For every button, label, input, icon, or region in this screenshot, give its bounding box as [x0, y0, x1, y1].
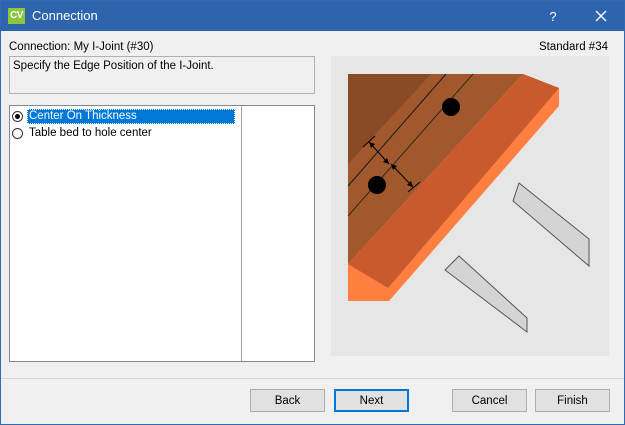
standard-label: Standard #34	[538, 41, 608, 53]
back-button[interactable]: Back	[250, 389, 325, 412]
help-button[interactable]: ?	[531, 1, 575, 31]
joint-diagram	[347, 73, 590, 334]
finish-button[interactable]: Finish	[535, 389, 610, 412]
button-separator	[1, 378, 624, 379]
radio-checked-icon[interactable]	[12, 110, 23, 122]
option-label: Table bed to hole center	[29, 126, 152, 139]
hole-icon	[442, 98, 460, 116]
cancel-button[interactable]: Cancel	[452, 389, 527, 412]
app-icon: CV	[8, 8, 25, 24]
instruction-text: Specify the Edge Position of the I-Joint…	[9, 56, 315, 94]
edge-position-options: Center On Thickness Table bed to hole ce…	[9, 105, 315, 362]
option-table-bed-to-hole-center[interactable]: Table bed to hole center	[12, 125, 154, 141]
option-center-on-thickness[interactable]: Center On Thickness	[12, 108, 235, 124]
connection-label: Connection: My I-Joint (#30)	[9, 41, 154, 53]
window-title: Connection	[32, 8, 98, 23]
connection-dialog: CV Connection ? Connection: My I-Joint (…	[0, 0, 625, 425]
next-button[interactable]: Next	[334, 389, 409, 412]
close-icon	[595, 10, 607, 22]
fixture-bar	[512, 182, 590, 268]
radio-unchecked-icon[interactable]	[12, 127, 23, 139]
option-label: Center On Thickness	[27, 108, 235, 124]
hole-icon	[368, 176, 386, 194]
close-button[interactable]	[579, 1, 623, 31]
list-divider	[241, 106, 242, 361]
title-bar: CV Connection ?	[1, 1, 624, 31]
joint-illustration	[331, 56, 609, 356]
fixture-bar	[444, 255, 528, 334]
